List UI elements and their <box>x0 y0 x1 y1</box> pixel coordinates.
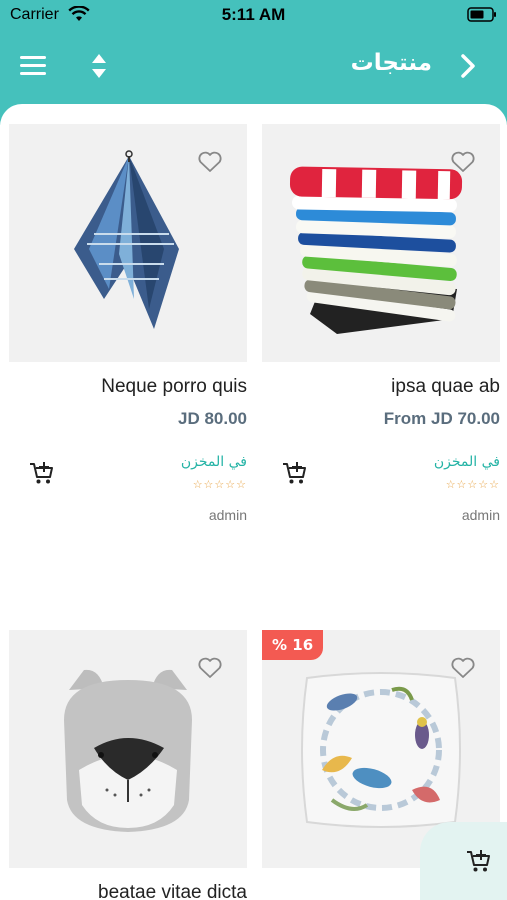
product-price: JD 80.00 <box>178 409 247 428</box>
add-to-cart-icon[interactable] <box>282 460 308 486</box>
cart-icon <box>467 850 490 872</box>
stock-status: في المخزن <box>180 454 247 470</box>
product-author: admin <box>208 507 247 523</box>
product-card[interactable]: beatae vitae dicta <box>9 630 247 900</box>
heart-icon[interactable] <box>450 150 476 174</box>
floating-cart-button[interactable] <box>420 822 507 900</box>
discount-badge: % 16 <box>262 630 324 660</box>
sort-icon[interactable] <box>88 52 110 80</box>
status-time: 5:11 AM <box>221 5 286 24</box>
heart-icon[interactable] <box>197 656 223 680</box>
star-rating: ☆☆☆☆☆ <box>445 478 500 491</box>
product-image[interactable] <box>262 124 500 362</box>
product-name[interactable]: Neque porro quis <box>101 376 247 398</box>
battery-icon <box>467 7 496 22</box>
add-to-cart-icon[interactable] <box>29 460 55 486</box>
star-rating: ☆☆☆☆☆ <box>192 478 247 491</box>
product-card[interactable]: ipsa quae ab From JD 70.00 في المخزن ☆☆☆… <box>262 124 500 554</box>
product-price: From JD 70.00 <box>383 409 500 428</box>
product-card[interactable]: Neque porro quis JD 80.00 في المخزن ☆☆☆☆… <box>9 124 247 554</box>
stock-status: في المخزن <box>433 454 500 470</box>
heart-icon[interactable] <box>197 150 223 174</box>
chevron-right-icon[interactable] <box>457 53 479 79</box>
product-author: admin <box>461 507 500 523</box>
product-image[interactable] <box>9 630 247 868</box>
product-grid: ipsa quae ab From JD 70.00 في المخزن ☆☆☆… <box>0 104 507 900</box>
product-name[interactable]: ipsa quae ab <box>391 376 500 398</box>
nav-bar: منتجات <box>0 40 507 92</box>
product-name[interactable]: beatae vitae dicta <box>98 882 247 900</box>
status-bar: Carrier 5:11 AM <box>0 0 507 30</box>
menu-icon[interactable] <box>20 54 48 78</box>
heart-icon[interactable] <box>450 656 476 680</box>
product-image[interactable] <box>9 124 247 362</box>
page-title: منتجات <box>350 50 432 76</box>
